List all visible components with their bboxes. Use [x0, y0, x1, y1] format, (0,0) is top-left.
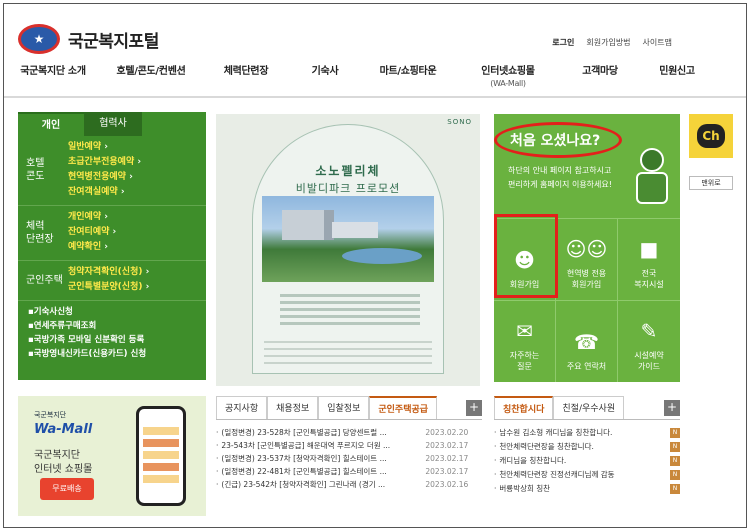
new-badge: N: [670, 470, 680, 480]
link-reserve-check[interactable]: 예약확인: [68, 240, 206, 255]
new-badge: N: [670, 456, 680, 466]
faq-button[interactable]: ✉ 자주하는 질문: [494, 300, 556, 382]
link-liquor-inquiry[interactable]: 연세주류구매조회: [28, 319, 206, 333]
login-link[interactable]: 로그인: [552, 37, 574, 48]
chat-icon: Ch: [697, 124, 725, 148]
new-badge: N: [670, 428, 680, 438]
notice-board: 공지사항 채용정보 입찰정보 군인주택공급 + (일정변경) 23-528차 […: [216, 396, 482, 518]
reserve-guide-button[interactable]: ✎ 시설예약 가이드: [618, 300, 680, 382]
qa-icon: ✉: [516, 319, 533, 343]
link-general-reserve[interactable]: 일반예약: [68, 140, 206, 155]
link-housing-special[interactable]: 군인특별분양(신청): [68, 280, 206, 295]
section-hotel: 호텔콘도 일반예약 초급간부전용예약 현역병전용예약 잔여객실예약: [18, 136, 206, 206]
list-item[interactable]: (일정변경) 22-481차 [군인특별공급] 힐스테이트 ...2023.02…: [216, 465, 482, 478]
building-icon: ■: [639, 237, 659, 261]
smartphone-icon: [136, 406, 186, 506]
channel-talk-button[interactable]: Ch: [689, 114, 733, 158]
welcome-desc: 하단의 안내 페이지 참고하시고 편리하게 홈페이지 이용하세요!: [508, 166, 612, 189]
utility-links: 로그인 회원가입방법 사이트맵: [552, 37, 672, 48]
new-badge: N: [670, 442, 680, 452]
link-junior-officer-reserve[interactable]: 초급간부전용예약: [68, 155, 206, 170]
contacts-button[interactable]: ☎ 주요 연락처: [556, 300, 618, 382]
resort-photo: [262, 196, 434, 282]
section-title: 호텔 콘도: [26, 158, 45, 182]
list-item[interactable]: 천안체력단련장 진정선캐디님께 감동N: [494, 468, 680, 482]
wamall-logo: Wa-Mall: [34, 422, 93, 437]
extra-links: 기숙사신청 연세주류구매조회 국방가족 모바일 신분확인 등록 국방영내신카드(…: [18, 301, 206, 361]
sitemap-link[interactable]: 사이트맵: [643, 37, 672, 48]
banner-title: 소노펠리체: [315, 164, 381, 178]
list-item[interactable]: 캐디님을 칭찬합니다.N: [494, 454, 680, 468]
list-item[interactable]: (일정변경) 23-537차 [청약자격확인] 힐스테이트 ...2023.02…: [216, 452, 482, 465]
nav-item-hotel[interactable]: 호텔/콘도/컨벤션: [102, 66, 200, 90]
main-nav: 국군복지단 소개 호텔/콘도/컨벤션 체력단련장 기숙사 마트/쇼핑타운 인터넷…: [4, 66, 746, 90]
banner-info: [280, 290, 420, 329]
military-emblem-icon: ★: [18, 24, 60, 54]
list-item[interactable]: (긴급) 23-542차 [청약자격확인] 그린나래 (경기 ...2023.0…: [216, 478, 482, 491]
list-item[interactable]: 버룡박상희 칭찬N: [494, 482, 680, 496]
list-item[interactable]: 23-543차 [군인특별공급] 해운대역 푸르지오 더원 ...2023.02…: [216, 439, 482, 452]
nav-item-complaint[interactable]: 민원신고: [642, 66, 712, 90]
list-item[interactable]: 남수원 김소형 캐디님을 칭찬합니다.N: [494, 426, 680, 440]
banner-subtitle: 비발디파크 프로모션: [295, 182, 401, 195]
banner-brand: SONO: [447, 118, 472, 126]
link-credit-card[interactable]: 국방영내신카드(신용카드) 신청: [28, 347, 206, 361]
link-mobile-id[interactable]: 국방가족 모바일 신분확인 등록: [28, 333, 206, 347]
section-golf: 체력단련장 개인예약 잔여티예약 예약확인: [18, 206, 206, 261]
soldier-mascot-icon: [632, 148, 672, 206]
more-button[interactable]: +: [466, 400, 482, 416]
section-housing: 군인주택 청약자격확인(신청) 군인특별분양(신청): [18, 261, 206, 301]
signup-highlight-box: [494, 214, 558, 298]
list-item[interactable]: (일정변경) 23-528차 [군인특별공급] 당양센트럴 ...2023.02…: [216, 426, 482, 439]
facilities-button[interactable]: ■ 전국 복지시설: [618, 218, 680, 300]
more-button[interactable]: +: [664, 400, 680, 416]
nav-item-golf[interactable]: 체력단련장: [200, 66, 292, 90]
section-title: 체력 단련장: [26, 220, 54, 245]
link-dormitory-apply[interactable]: 기숙사신청: [28, 305, 206, 319]
tab-partner[interactable]: 협력사: [84, 112, 142, 136]
praise-board: 칭찬합시다 친절/우수사원 + 남수원 김소형 캐디님을 칭찬합니다.N 천안체…: [494, 396, 680, 518]
nav-divider: [4, 96, 746, 98]
users-icon: ☺☺: [565, 237, 608, 261]
delivery-truck-icon: 무료배송: [40, 478, 94, 500]
new-badge: N: [670, 484, 680, 494]
quick-menu: 처음 오셨나요? 하단의 안내 페이지 참고하시고 편리하게 홈페이지 이용하세…: [494, 114, 680, 382]
tab-praise[interactable]: 칭찬합시다: [494, 396, 554, 419]
scroll-top-button[interactable]: 맨위로: [689, 176, 733, 190]
page-frame: ★ 국군복지포털 로그인 회원가입방법 사이트맵 국군복지단 소개 호텔/콘도/…: [3, 3, 747, 528]
list-item[interactable]: 천안체력단련장을 칭찬합니다.N: [494, 440, 680, 454]
nav-item-mart[interactable]: 마트/쇼핑타운: [358, 66, 458, 90]
wamall-banner[interactable]: 국군복지단 Wa-Mall 국군복지단 인터넷 쇼핑몰 무료배송: [18, 396, 206, 516]
nav-item-dormitory[interactable]: 기숙사: [292, 66, 358, 90]
link-housing-eligibility[interactable]: 청약자격확인(신청): [68, 265, 206, 280]
nav-item-wamall[interactable]: 인터넷쇼핑몰 (WA-Mall): [458, 66, 558, 90]
tab-kind-staff[interactable]: 친절/우수사원: [553, 396, 625, 419]
nav-item-customer[interactable]: 고객마당: [558, 66, 642, 90]
join-guide-link[interactable]: 회원가입방법: [586, 37, 630, 48]
link-remaining-room-reserve[interactable]: 잔여객실예약: [68, 185, 206, 200]
promotion-banner[interactable]: SONO 소노펠리체 비발디파크 프로모션: [216, 114, 480, 386]
tab-bid[interactable]: 입찰정보: [318, 396, 370, 419]
tab-notice[interactable]: 공지사항: [216, 396, 268, 419]
link-personal-reserve[interactable]: 개인예약: [68, 210, 206, 225]
welcome-title: 처음 오셨나요?: [510, 133, 601, 149]
site-title: 국군복지포털: [68, 31, 159, 52]
link-remaining-tee-reserve[interactable]: 잔여티예약: [68, 225, 206, 240]
reservation-menu: 개인 협력사 호텔콘도 일반예약 초급간부전용예약 현역병전용예약 잔여객실예약…: [18, 112, 206, 380]
tab-recruit[interactable]: 채용정보: [267, 396, 319, 419]
guide-icon: ✎: [640, 319, 658, 343]
site-logo[interactable]: ★ 국군복지포털: [18, 24, 159, 54]
tab-personal[interactable]: 개인: [18, 112, 84, 136]
wamall-line1: 국군복지단: [34, 450, 80, 461]
wamall-line2: 인터넷 쇼핑몰: [34, 464, 93, 475]
banner-fineprint: [264, 336, 432, 369]
tab-housing-supply[interactable]: 군인주택공급: [369, 396, 438, 419]
section-title: 군인주택: [26, 274, 63, 286]
link-active-soldier-reserve[interactable]: 현역병전용예약: [68, 170, 206, 185]
nav-item-about[interactable]: 국군복지단 소개: [4, 66, 102, 90]
active-soldier-signup-button[interactable]: ☺☺ 현역병 전용 회원가입: [556, 218, 618, 300]
wamall-brand: 국군복지단: [34, 411, 67, 419]
phone-icon: ☎: [574, 330, 599, 354]
